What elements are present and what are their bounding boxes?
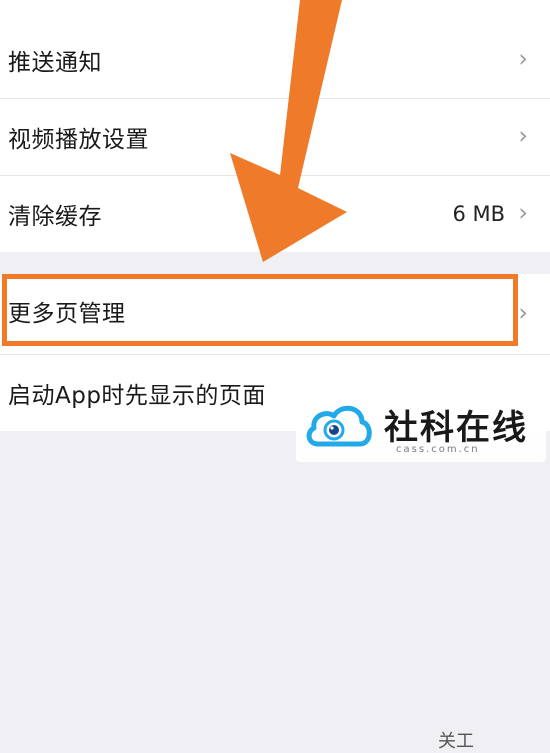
cloud-logo-icon [306, 405, 372, 447]
settings-row-label: 启动App时先显示的页面 [8, 383, 266, 409]
settings-row-push-notifications[interactable]: 推送通知 › [0, 22, 550, 98]
watermark-domain: cass.com.cn [396, 444, 480, 455]
startup-page-value: 关工 [438, 731, 474, 752]
settings-row-label: 视频播放设置 [8, 127, 149, 153]
chevron-right-icon: › [518, 121, 528, 150]
watermark: 社科在线 cass.com.cn [296, 390, 546, 462]
settings-row-label: 推送通知 [8, 50, 102, 76]
settings-row-clear-cache[interactable]: 清除缓存 6 MB › [0, 176, 550, 252]
chevron-right-icon: › [518, 298, 528, 327]
settings-row-video-playback[interactable]: 视频播放设置 › [0, 99, 550, 175]
settings-row-label: 清除缓存 [8, 204, 102, 230]
chevron-right-icon: › [518, 198, 528, 227]
chevron-right-icon: › [518, 44, 528, 73]
previous-row-remnant [0, 0, 550, 22]
cache-size-value: 6 MB [452, 202, 505, 226]
watermark-name: 社科在线 [384, 408, 528, 448]
section-gap [0, 252, 550, 274]
highlight-frame [2, 274, 518, 346]
